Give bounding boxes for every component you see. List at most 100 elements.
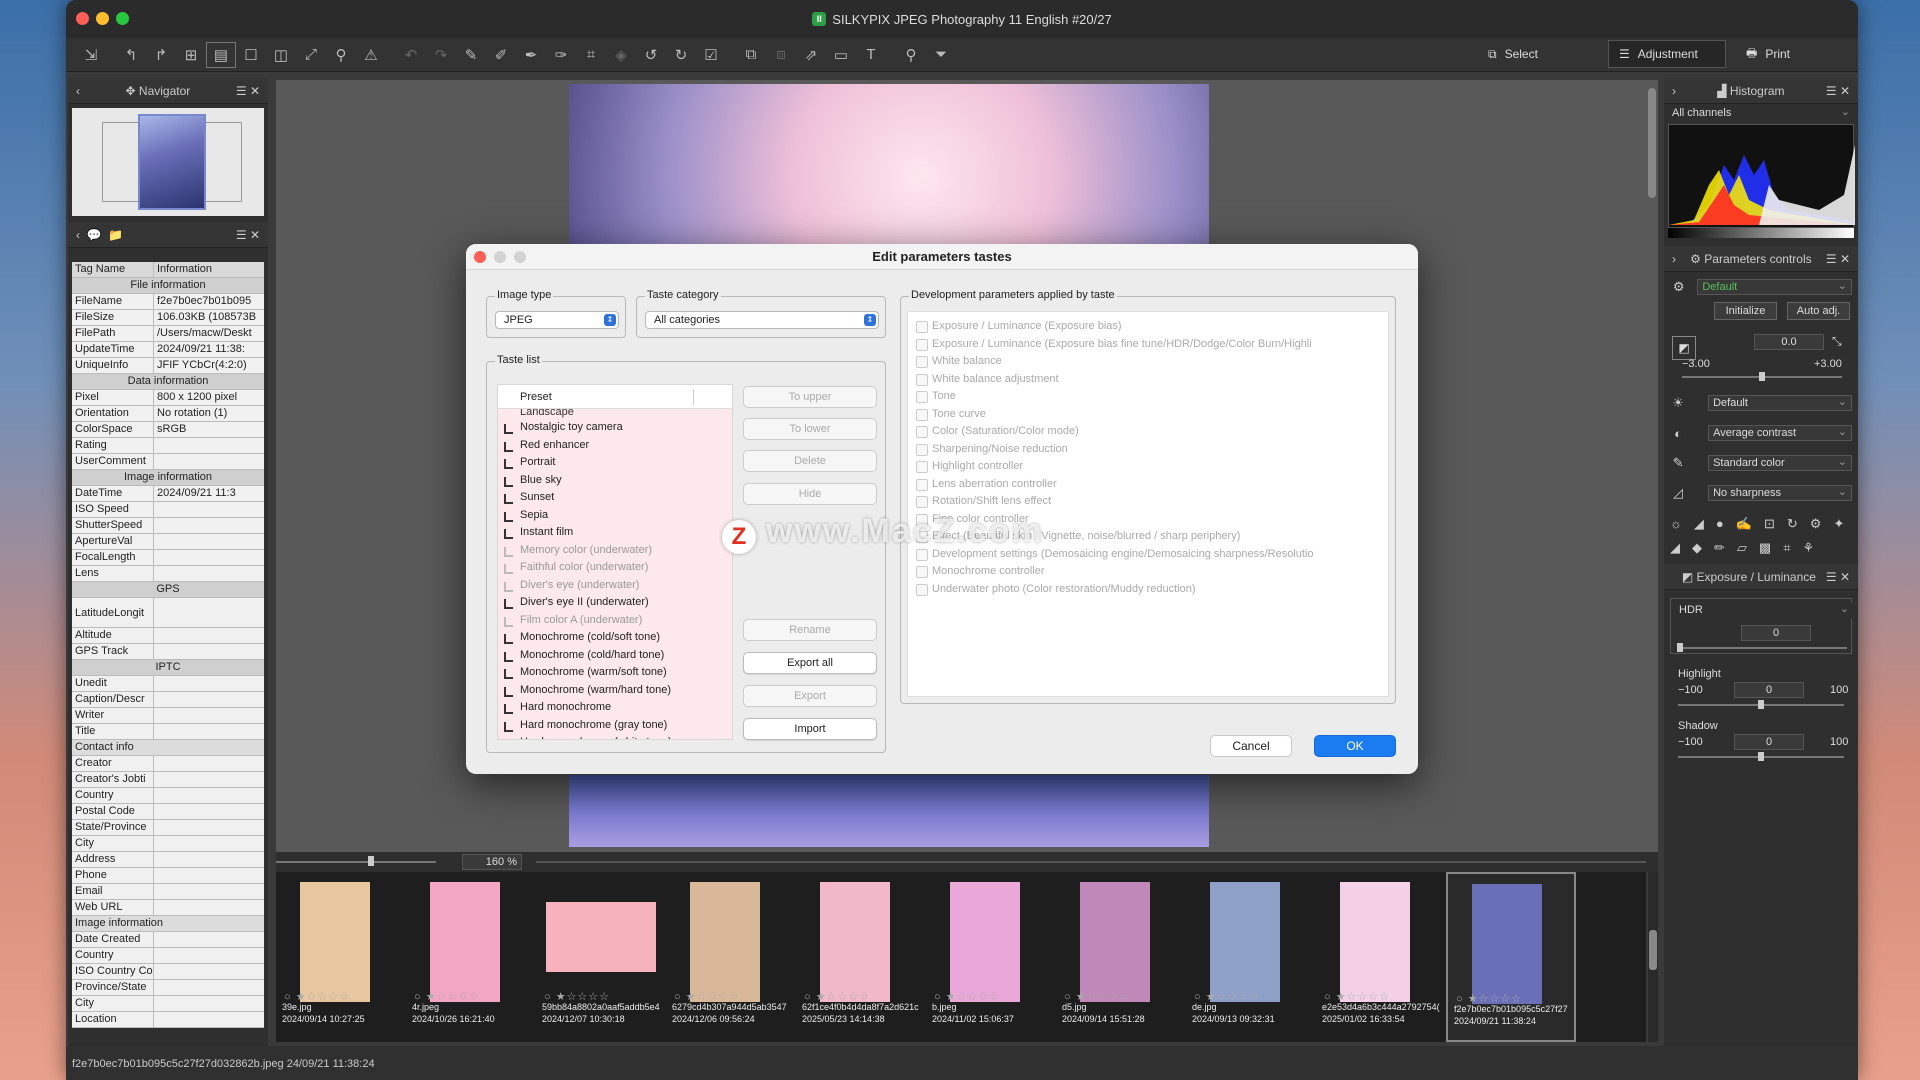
info-row[interactable]: State/Province xyxy=(72,820,264,836)
info-row[interactable]: Writer xyxy=(72,708,264,724)
info-row[interactable]: Email xyxy=(72,884,264,900)
list-item[interactable]: Red enhancer xyxy=(498,437,732,455)
info-row[interactable]: City xyxy=(72,996,264,1012)
info-close-icon[interactable]: ✕ xyxy=(250,228,260,242)
brush-icon[interactable]: ✍ xyxy=(1736,516,1752,532)
info-row[interactable]: Caption/Descr xyxy=(72,692,264,708)
filmstrip-thumb[interactable]: ○ ★☆☆☆☆ 4r.jpeg 2024/10/26 16:21:40 xyxy=(406,872,536,1042)
filmstrip-thumb[interactable]: ○ ★☆☆☆☆ 59bb84a8802a0aaf5addb5e4 2024/12/0… xyxy=(536,872,666,1042)
text-icon[interactable]: T xyxy=(856,42,886,68)
info-row[interactable]: ShutterSpeed xyxy=(72,518,264,534)
pen-alt-icon[interactable]: ✑ xyxy=(546,42,576,68)
dev-param-checkbox[interactable]: Tone curve xyxy=(908,406,1388,424)
warning-icon[interactable]: ⚠ xyxy=(356,42,386,68)
info-row[interactable]: Orientation No rotation (1) xyxy=(72,406,264,422)
info-row[interactable]: Creator's Jobti xyxy=(72,772,264,788)
rotate-right-icon[interactable]: ↻ xyxy=(666,42,696,68)
info-row[interactable]: ISO Speed xyxy=(72,502,264,518)
filmstrip-thumb[interactable]: ○ ★☆☆☆☆ e2e53d4a6b3c444a2792754(2025/01/0… xyxy=(1316,872,1446,1042)
info-row[interactable]: Altitude xyxy=(72,628,264,644)
initialize-button[interactable]: Initialize xyxy=(1714,302,1777,320)
preset-select[interactable]: Default xyxy=(1697,279,1852,295)
info-row[interactable]: FileName f2e7b0ec7b01b095 xyxy=(72,294,264,310)
info-row[interactable]: Web URL xyxy=(72,900,264,916)
previous-image-icon[interactable]: ↰ xyxy=(116,42,146,68)
list-item[interactable]: Monochrome (cold/hard tone) xyxy=(498,647,732,665)
image-type-select[interactable]: JPEG ⇕ xyxy=(495,311,619,329)
info-row[interactable]: UpdateTime 2024/09/21 11:38: xyxy=(72,342,264,358)
undo-icon[interactable]: ↶ xyxy=(396,42,426,68)
hdr-slider-thumb[interactable] xyxy=(1677,643,1683,652)
list-item[interactable]: Sepia xyxy=(498,507,732,525)
exposure-close-icon[interactable]: ✕ xyxy=(1840,570,1850,584)
dev-param-checkbox[interactable]: Monochrome controller xyxy=(908,563,1388,581)
list-item[interactable]: Monochrome (warm/soft tone) xyxy=(498,664,732,682)
check-icon[interactable]: ☑ xyxy=(696,42,726,68)
dev-param-checkbox[interactable]: Color (Saturation/Color mode) xyxy=(908,423,1388,441)
export-button[interactable]: Export xyxy=(743,685,877,707)
channel-select[interactable]: All channels xyxy=(1668,105,1854,122)
info-row[interactable]: Creator xyxy=(72,756,264,772)
params-close-icon[interactable]: ✕ xyxy=(1840,252,1850,266)
dev-param-checkbox[interactable]: Lens aberration controller xyxy=(908,476,1388,494)
filmstrip-thumb[interactable]: ○ ★☆☆☆☆ d5.jpg 2024/09/14 15:51:28 xyxy=(1056,872,1186,1042)
taste-category-select[interactable]: All categories ⇕ xyxy=(645,311,879,329)
list-item[interactable]: Hard monochrome (white tone) xyxy=(498,734,732,739)
info-row[interactable]: Province/State xyxy=(72,980,264,996)
exposure-slider-thumb[interactable] xyxy=(1759,372,1765,381)
info-row[interactable]: Pixel 800 x 1200 pixel xyxy=(72,390,264,406)
dev-param-checkbox[interactable]: Exposure / Luminance (Exposure bias) xyxy=(908,318,1388,336)
pen-icon[interactable]: ✒ xyxy=(516,42,546,68)
list-item[interactable]: Monochrome (cold/soft tone) xyxy=(498,629,732,647)
dev-param-checkbox[interactable]: White balance xyxy=(908,353,1388,371)
list-item[interactable]: Sunset xyxy=(498,489,732,507)
to-upper-button[interactable]: To upper xyxy=(743,386,877,408)
info-row[interactable]: Phone xyxy=(72,868,264,884)
print-mode-button[interactable]: 🖶 Print xyxy=(1736,40,1800,68)
batch-icon[interactable]: ⧈ xyxy=(766,42,796,68)
exposure-icon[interactable]: ◩ xyxy=(1672,336,1696,360)
auto-exposure-icon[interactable]: ⤡ xyxy=(1832,334,1842,349)
info-menu-icon[interactable]: ☰ xyxy=(236,228,247,242)
redo-icon[interactable]: ↷ xyxy=(426,42,456,68)
info-row[interactable]: UserComment xyxy=(72,454,264,470)
info-row[interactable]: ColorSpace sRGB xyxy=(72,422,264,438)
list-item[interactable]: Faithful color (underwater) xyxy=(498,559,732,577)
filmstrip-view-icon[interactable]: ▤ xyxy=(206,41,236,68)
pencil-icon[interactable]: ✏ xyxy=(1714,540,1725,556)
filmstrip-scrollbar[interactable] xyxy=(1648,872,1658,1042)
info-row[interactable]: UniqueInfo JFIF YCbCr(4:2:0) xyxy=(72,358,264,374)
to-lower-button[interactable]: To lower xyxy=(743,418,877,440)
list-item[interactable]: Memory color (underwater) xyxy=(498,542,732,560)
dev-param-checkbox[interactable]: White balance adjustment xyxy=(908,371,1388,389)
list-item[interactable]: Monochrome (warm/hard tone) xyxy=(498,682,732,700)
screen-icon[interactable]: ▭ xyxy=(826,42,856,68)
dev-param-checkbox[interactable]: Exposure / Luminance (Exposure bias fine… xyxy=(908,336,1388,354)
taste-list[interactable]: Preset Landscape Nostalgic toy camera Red… xyxy=(497,384,733,740)
list-item[interactable]: Hard monochrome xyxy=(498,699,732,717)
list-item[interactable]: Film color A (underwater) xyxy=(498,612,732,630)
search-icon[interactable]: ⚲ xyxy=(896,42,926,68)
fish-icon[interactable]: ◆ xyxy=(1692,540,1702,556)
hdr-slider[interactable] xyxy=(1677,647,1847,649)
info-row[interactable]: Country xyxy=(72,948,264,964)
next-image-icon[interactable]: ↱ xyxy=(146,42,176,68)
list-item[interactable]: Diver's eye II (underwater) xyxy=(498,594,732,612)
select-mode-button[interactable]: ⧉ Select xyxy=(1478,40,1548,68)
info-row[interactable]: Country xyxy=(72,788,264,804)
dev-param-checkbox[interactable]: Tone xyxy=(908,388,1388,406)
list-item[interactable]: Portrait xyxy=(498,454,732,472)
filmstrip-thumb[interactable]: ○ ★☆☆☆☆ b.jpeg 2024/11/02 15:06:37 xyxy=(926,872,1056,1042)
zoom-icon[interactable]: ⚲ xyxy=(326,42,356,68)
gear-icon[interactable]: ⚙ xyxy=(1670,279,1687,295)
list-item[interactable]: Diver's eye (underwater) xyxy=(498,577,732,595)
panel-menu-icon[interactable]: ☰ xyxy=(236,84,247,98)
zoom-value[interactable]: 160 % xyxy=(462,854,522,870)
list-item[interactable]: Nostalgic toy camera xyxy=(498,419,732,437)
info-row[interactable]: DateTime 2024/09/21 11:3 xyxy=(72,486,264,502)
horizontal-scroll[interactable] xyxy=(536,861,1646,863)
hdr-value[interactable]: 0 xyxy=(1741,625,1811,641)
histogram-close-icon[interactable]: ✕ xyxy=(1840,84,1850,98)
filmstrip-thumb[interactable]: ○ ★☆☆☆☆ 6279cd4b307a944d5ab3547 2024/12/06… xyxy=(666,872,796,1042)
shadow-slider-thumb[interactable] xyxy=(1758,752,1764,761)
